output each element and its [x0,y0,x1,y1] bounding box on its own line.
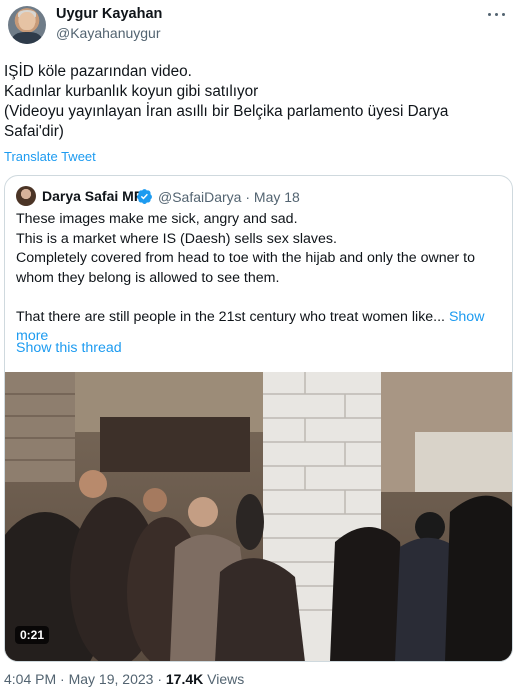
quoted-tweet[interactable]: Darya Safai MP @SafaiDarya · May 18 Thes… [4,175,513,662]
author-avatar[interactable] [8,6,46,44]
tweet-time[interactable]: 4:04 PM [4,671,56,687]
meta-separator: · [245,189,251,205]
tweet: Uygur Kayahan @Kayahanuygur IŞİD köle pa… [0,0,522,694]
author-name[interactable]: Uygur Kayahan [56,6,162,22]
quoted-last-line: That there are still people in the 21st … [16,308,485,325]
tweet-line: Safai'dir) [4,123,64,140]
video-player[interactable]: 0:21 [5,372,512,661]
video-duration: 0:21 [15,626,50,644]
quoted-line: These images make me sick, angry and sad… [16,211,298,227]
quoted-line: Completely covered from head to toe with… [16,250,475,266]
show-this-thread-link[interactable]: Show this thread [16,340,122,356]
quoted-author-handle[interactable]: @SafaiDarya [158,189,241,205]
quoted-line: whom they belong is allowed to see them. [16,269,280,286]
quoted-date[interactable]: May 18 [254,189,300,205]
views-label: Views [207,671,245,687]
more-options-icon[interactable] [484,4,510,24]
verified-badge-icon [137,189,152,204]
views-count: 17.4K [165,671,204,687]
tweet-date[interactable]: May 19, 2023 [69,671,154,687]
tweet-footer: 4:04 PM · May 19, 2023 · 17.4K Views [4,671,245,687]
quoted-author-avatar[interactable] [16,186,36,206]
show-more-link[interactable]: Show [449,309,485,325]
quoted-line: This is a market where IS (Daesh) sells … [16,230,337,247]
tweet-text: IŞİD köle pazarından video. Kadınlar kur… [4,62,509,142]
quoted-text: These images make me sick, angry and sad… [16,210,506,347]
author-handle[interactable]: @Kayahanuygur [56,25,161,41]
quoted-author-name[interactable]: Darya Safai MP [42,188,143,204]
tweet-line: Kadınlar kurbanlık koyun gibi satılıyor [4,83,259,100]
quoted-meta: @SafaiDarya · May 18 [158,189,300,205]
tweet-line: IŞİD köle pazarından video. [4,63,192,80]
tweet-line: (Videoyu yayınlayan İran asıllı bir Belç… [4,103,449,120]
video-frame [5,372,512,661]
translate-tweet-link[interactable]: Translate Tweet [4,149,96,164]
